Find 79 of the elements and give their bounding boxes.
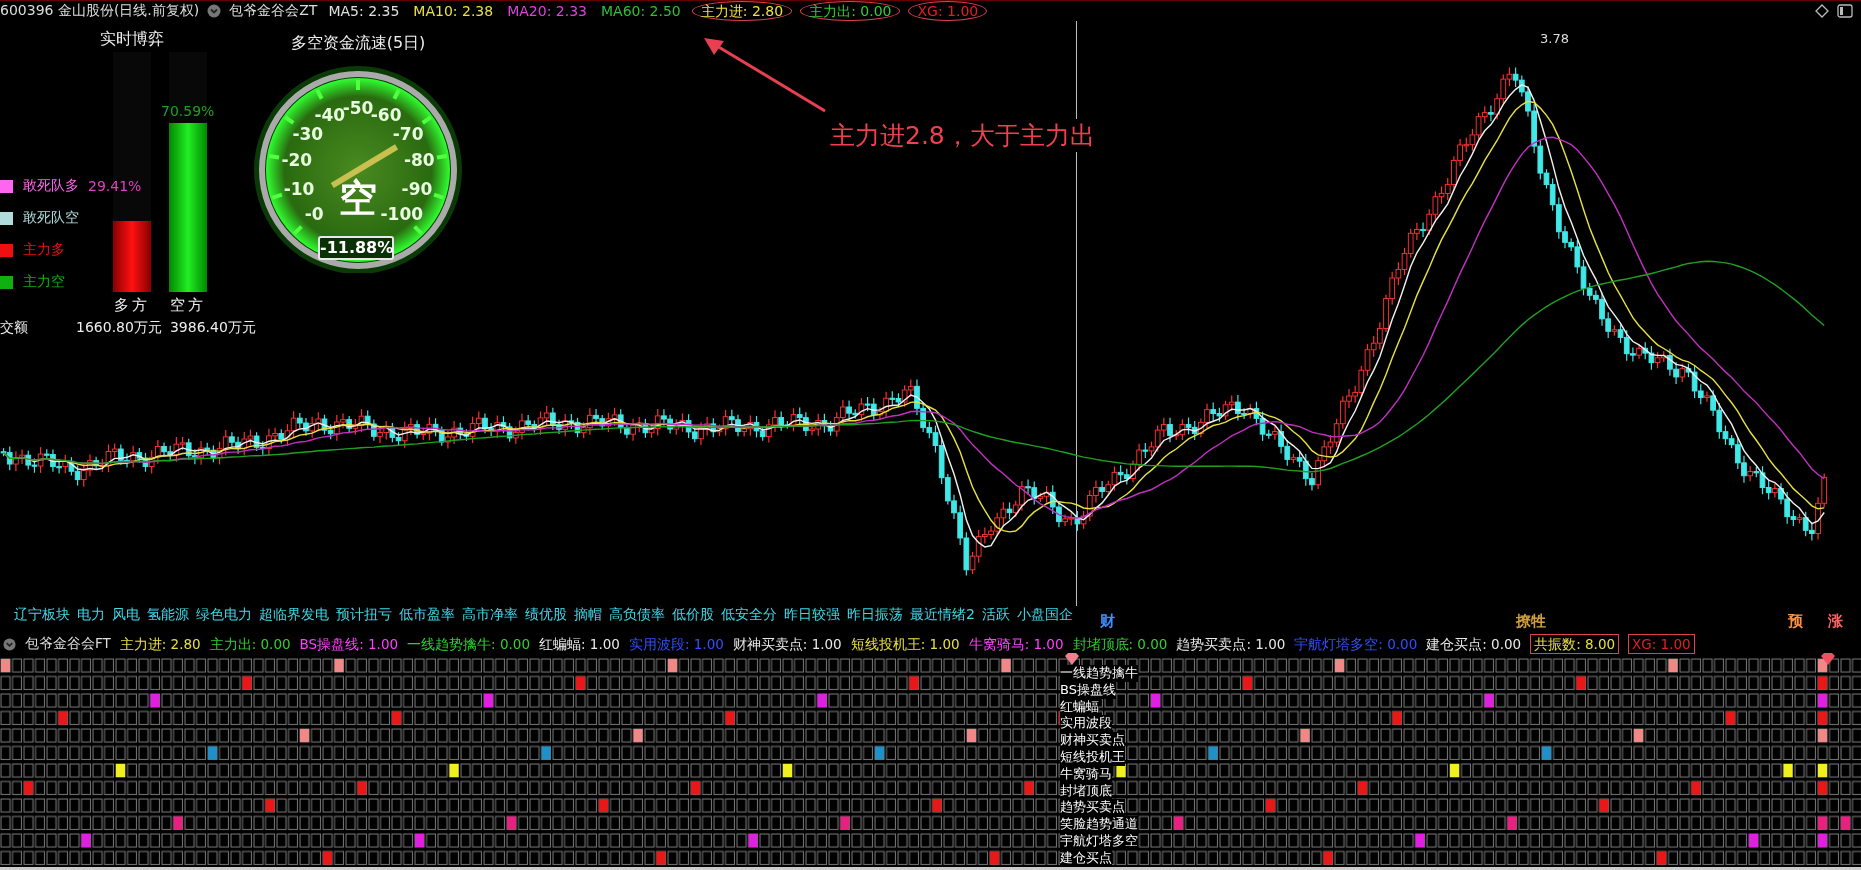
signal-marker: 预 (1788, 612, 1803, 631)
signal-marker: 撩牲 (1516, 612, 1546, 631)
indicator-value: 主力进: 2.80 (119, 635, 201, 653)
legend-label: 主力空 (23, 273, 65, 291)
indicator-value: MA60: 2.50 (599, 2, 682, 20)
signal-row-label: 一线趋势擒牛 (1060, 665, 1138, 682)
indicator-value: 红蝙蝠: 1.00 (539, 635, 620, 653)
gauge-tick-label: -30 (292, 123, 324, 144)
signal-row-label: 趋势买卖点 (1060, 799, 1125, 817)
concept-tag[interactable]: 昨日振荡 (847, 606, 903, 624)
indicator-value: 趋势买卖点: 1.00 (1176, 635, 1286, 653)
concept-tag[interactable]: 预计扭亏 (336, 606, 392, 624)
gauge-tick-label: -90 (401, 179, 433, 200)
amount-value: 3986.40万元 (169, 319, 256, 337)
diamond-icon[interactable] (1815, 4, 1829, 18)
concept-tag[interactable]: 低价股 (672, 606, 714, 624)
indicator-value: 一线趋势擒牛: 0.00 (407, 635, 530, 653)
concept-tag[interactable]: 高负债率 (609, 606, 665, 624)
concept-tag[interactable]: 低安全分 (721, 606, 777, 624)
signal-row-label: 财神买卖点 (1060, 732, 1125, 749)
dropdown-icon[interactable] (3, 637, 16, 651)
indicator-value: 封堵顶底: 0.00 (1072, 635, 1168, 653)
signal-marker: 财 (1100, 612, 1115, 631)
annotation-text: 主力进2.8，大于主力出 (830, 119, 1095, 152)
signal-marker: 涨 (1828, 612, 1843, 631)
indicator-value: MA10: 2.38 (412, 2, 495, 20)
gauge-title: 多空资金流速(5日) (290, 33, 426, 54)
concept-tag[interactable]: 风电 (112, 606, 140, 624)
concept-tag[interactable]: 摘帽 (574, 606, 602, 624)
indicator-value: 共振数: 8.00 (1530, 634, 1620, 654)
short-percent: 70.59% (161, 102, 215, 119)
gauge-tick-label: -70 (392, 123, 424, 144)
gauge-tick-label: -80 (403, 150, 435, 171)
gauge-tick-label: -20 (281, 150, 313, 171)
concept-tag[interactable]: 电力 (77, 606, 105, 624)
legend-label: 主力多 (23, 241, 65, 259)
concept-tag[interactable]: 高市净率 (462, 606, 518, 624)
concept-tag[interactable]: 超临界发电 (259, 606, 329, 624)
indicator-value: 宇航灯塔多空: 0.00 (1294, 635, 1418, 653)
gauge-tick-label: -0 (304, 203, 324, 224)
panel-title: 实时博弈 (100, 29, 164, 50)
gauge-tick-label: -100 (380, 203, 424, 224)
concept-tag[interactable]: 低市盈率 (399, 606, 455, 624)
concept-tag[interactable]: 绿色电力 (196, 606, 252, 624)
legend-label: 敢死队多 (23, 177, 79, 195)
legend-label: 敢死队空 (23, 209, 79, 227)
amount-label: 交额 (0, 319, 29, 337)
indicator-value: 财神买卖点: 1.00 (732, 635, 842, 653)
concept-tag[interactable]: 氢能源 (147, 606, 189, 624)
concept-tag[interactable]: 最近情绪2 (910, 606, 975, 624)
dropdown-icon[interactable] (207, 4, 222, 18)
amount-value: 1660.80万元 (76, 319, 162, 337)
bar-label: 多方 (114, 296, 150, 315)
panel-toggle-icon[interactable] (1837, 4, 1853, 18)
long-percent: 29.41% (88, 178, 142, 194)
signal-row-label: 笑脸趋势通道 (1060, 816, 1138, 833)
indicator-value: BS操盘线: 1.00 (299, 635, 399, 653)
concept-tag[interactable]: 活跃 (981, 606, 1010, 624)
indicator-value: XG: 1.00 (1628, 634, 1695, 654)
indicator-name: 包爷金谷会FT (25, 635, 111, 653)
stock-title: 600396 金山股份(日线.前复权) (0, 2, 200, 20)
gauge-tick-label: -10 (283, 179, 315, 200)
concept-tag[interactable]: 辽宁板块 (14, 606, 70, 624)
indicator-name: 包爷金谷会ZT (229, 2, 318, 20)
indicator-value: MA20: 2.33 (506, 2, 588, 20)
indicator-value: 牛窝骑马: 1.00 (968, 635, 1064, 653)
concept-tag[interactable]: 小盘国企 (1016, 606, 1073, 624)
price-high-label: 3.78 (1540, 31, 1569, 46)
indicator-value: 短线投机王: 1.00 (850, 635, 960, 653)
indicator-value: MA5: 2.35 (327, 2, 401, 20)
concept-tag[interactable]: 昨日较强 (784, 606, 840, 624)
diamond-icon (1820, 653, 1836, 665)
indicator-value: 实用波段: 1.00 (628, 635, 724, 653)
signal-row-label: 实用波段 (1060, 715, 1112, 733)
indicator-value: 建仓买点: 0.00 (1426, 635, 1522, 653)
concept-tag[interactable]: 绩优股 (525, 606, 567, 624)
indicator-value: 主力出: 0.00 (209, 635, 291, 653)
bar-label: 空方 (170, 296, 206, 315)
gauge-center-label: 空 (339, 176, 377, 220)
